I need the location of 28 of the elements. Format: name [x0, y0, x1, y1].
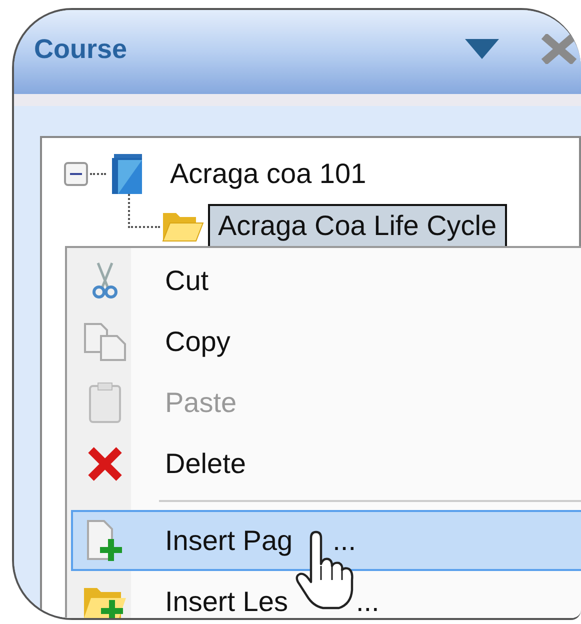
menu-item[interactable]: Insert Pag ... — [71, 510, 581, 571]
scissors-icon — [92, 262, 118, 300]
hand-cursor-icon — [295, 530, 355, 610]
menu-item[interactable]: Copy — [71, 311, 581, 372]
new-page-icon — [86, 518, 124, 562]
dropdown-icon[interactable] — [465, 39, 499, 59]
menu-item-label: ... — [332, 524, 356, 556]
close-icon[interactable] — [541, 34, 577, 64]
menu-item-label: ... — [356, 586, 380, 618]
menu-item-label: Delete — [165, 448, 246, 480]
panel-title: Course — [34, 34, 128, 64]
menu-item-label: Insert Pag — [165, 524, 293, 556]
menu-item[interactable]: Delete — [71, 433, 581, 494]
clipboard-icon — [88, 382, 122, 424]
menu-item-label: Insert Les — [165, 586, 288, 618]
collapse-icon[interactable] — [64, 162, 88, 186]
menu-item[interactable]: Cut — [71, 250, 581, 311]
menu-item-label: Copy — [165, 326, 230, 358]
book-icon — [112, 154, 144, 194]
menu-item-label: Paste — [165, 386, 237, 418]
tree-item[interactable]: Acraga Coa Life Cycle — [208, 204, 507, 248]
tree-line — [90, 173, 106, 175]
copy-icon — [83, 322, 127, 362]
tree-line — [128, 194, 160, 228]
menu-item-label: Cut — [165, 264, 209, 296]
menu-item[interactable]: Insert Les ... — [71, 571, 581, 618]
tree-item[interactable]: Acraga coa 101 — [160, 152, 376, 196]
delete-icon — [87, 446, 123, 482]
